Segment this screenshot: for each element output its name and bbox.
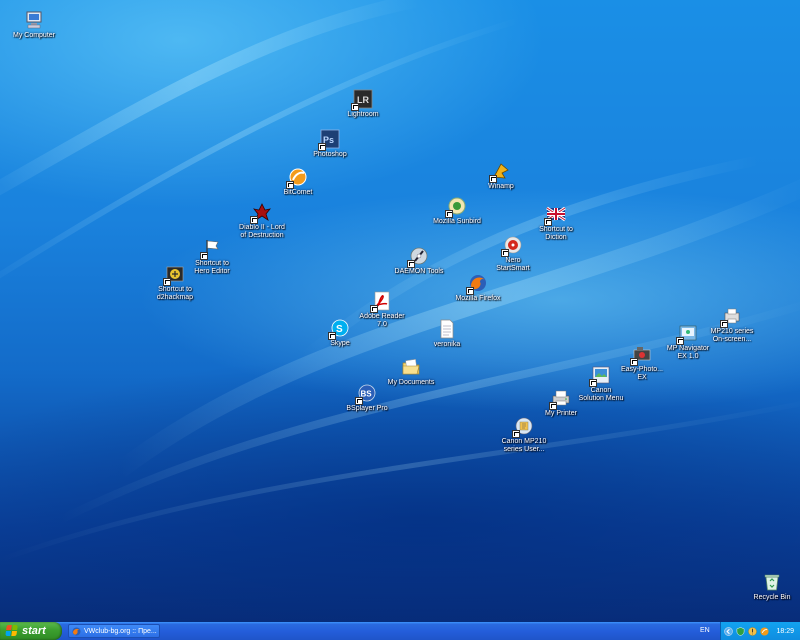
uk-flag-icon [544, 204, 566, 226]
desktop-icon-winamp[interactable]: Winamp [463, 161, 539, 191]
shortcut-arrow-icon [407, 260, 415, 268]
desktop-icon-label: Winamp [488, 183, 514, 190]
recycle-bin-icon [762, 572, 782, 592]
adobe-reader-icon [370, 291, 392, 313]
desktop-icon-photoshop[interactable]: Ps Photoshop [292, 129, 368, 159]
desktop[interactable]: My Computer LR Lightroom Ps Photoshop Bi… [0, 0, 800, 622]
desktop-icon-bsplayer[interactable]: BS BSplayer Pro [329, 383, 405, 413]
security-shield-icon[interactable] [736, 626, 745, 636]
desktop-icon-label: Shortcut to d2hackmap [156, 286, 194, 301]
firefox-icon [466, 273, 488, 295]
desktop-icon-label: Recycle Bin [753, 594, 791, 601]
canon-manual-icon [512, 416, 534, 438]
desktop-icon-my-computer[interactable]: My Computer [0, 10, 72, 40]
easy-photo-icon [630, 344, 652, 366]
shortcut-arrow-icon [163, 278, 171, 286]
desktop-icon-label: veronika [433, 341, 461, 348]
desktop-icon-label: BitComet [283, 189, 313, 196]
canon-menu-icon [589, 365, 611, 387]
desktop-icon-veronika[interactable]: veronika [409, 319, 485, 349]
bsplayer-icon: BS [355, 383, 377, 405]
desktop-icon-label: BSplayer Pro [346, 405, 388, 412]
desktop-icon-my-printer[interactable]: My Printer [523, 388, 599, 418]
shortcut-arrow-icon [355, 397, 363, 405]
mp-navigator-icon [676, 323, 698, 345]
desktop-icon-label: My Computer [12, 32, 55, 39]
shortcut-arrow-icon [351, 103, 359, 111]
system-tray: 18:29 [720, 622, 800, 640]
shortcut-arrow-icon [445, 210, 453, 218]
shortcut-arrow-icon [489, 175, 497, 183]
text-file-icon [437, 319, 457, 339]
photoshop-icon: Ps [318, 129, 340, 151]
start-label: start [22, 625, 46, 637]
taskbar-window-button[interactable]: VWclub-bg.org :: Пре... [68, 624, 160, 638]
folder-icon [401, 357, 421, 377]
shortcut-arrow-icon [370, 305, 378, 313]
firefox-icon [72, 626, 81, 636]
shortcut-arrow-icon [589, 379, 597, 387]
language-indicator[interactable]: EN [700, 625, 710, 637]
desktop-icon-label: Mozilla Sunbird [433, 218, 481, 225]
shortcut-arrow-icon [512, 430, 520, 438]
skype-icon: S [328, 318, 350, 340]
desktop-icon-bitcomet[interactable]: BitComet [260, 167, 336, 197]
taskbar: start VWclub-bg.org :: Пре... EN 18:29 [0, 622, 800, 640]
start-button[interactable]: start [0, 622, 62, 640]
winamp-icon [489, 161, 511, 183]
desktop-icon-skype[interactable]: S Skype [302, 318, 378, 348]
desktop-icon-label: Photoshop [313, 151, 347, 158]
desktop-icon-sunbird[interactable]: Mozilla Sunbird [419, 196, 495, 226]
desktop-icon-diablo[interactable]: Diablo II - Lord of Destruction [224, 202, 300, 240]
shortcut-arrow-icon [200, 252, 208, 260]
d2hackmap-icon [163, 264, 185, 286]
shortcut-arrow-icon [328, 332, 336, 340]
shortcut-arrow-icon [318, 143, 326, 151]
desktop-icon-d2hackmap[interactable]: Shortcut to d2hackmap [137, 264, 213, 302]
shortcut-arrow-icon [466, 287, 474, 295]
desktop-icon-label: Mozilla Firefox [455, 295, 501, 302]
desktop-icon-lightroom[interactable]: LR Lightroom [325, 89, 401, 119]
nero-icon [501, 235, 523, 257]
alert-icon[interactable] [748, 626, 757, 636]
desktop-icon-label: Skype [330, 340, 350, 347]
tray-expand-icon[interactable] [724, 626, 733, 636]
bitcomet-tray-icon[interactable] [760, 626, 769, 636]
shortcut-arrow-icon [544, 218, 552, 226]
shortcut-arrow-icon [286, 181, 294, 189]
desktop-icon-canon-mp210-user[interactable]: Canon MP210 series User... [486, 416, 562, 454]
desktop-icon-firefox[interactable]: Mozilla Firefox [440, 273, 516, 303]
desktop-icon-label: Nero StartSmart [496, 257, 530, 272]
lightroom-icon: LR [351, 89, 373, 111]
clock[interactable]: 18:29 [776, 628, 794, 635]
daemon-tools-icon [407, 246, 429, 268]
svg-text:S: S [336, 324, 343, 335]
computer-icon [24, 10, 44, 30]
flag-icon [200, 238, 222, 260]
desktop-icon-nero[interactable]: Nero StartSmart [475, 235, 551, 273]
desktop-icon-label: Lightroom [347, 111, 379, 118]
desktop-icon-recycle-bin[interactable]: Recycle Bin [734, 572, 800, 602]
windows-logo-icon [5, 625, 19, 637]
shortcut-arrow-icon [549, 402, 557, 410]
desktop-icon-daemon-tools[interactable]: DAEMON Tools [381, 246, 457, 276]
taskbar-window-title: VWclub-bg.org :: Пре... [84, 627, 157, 635]
printer-icon [549, 388, 571, 410]
bitcomet-icon [286, 167, 308, 189]
shortcut-arrow-icon [501, 249, 509, 257]
diablo-icon [250, 202, 272, 224]
shortcut-arrow-icon [250, 216, 258, 224]
desktop-icon-label: Canon MP210 series User... [501, 438, 547, 453]
sunbird-icon [445, 196, 467, 218]
